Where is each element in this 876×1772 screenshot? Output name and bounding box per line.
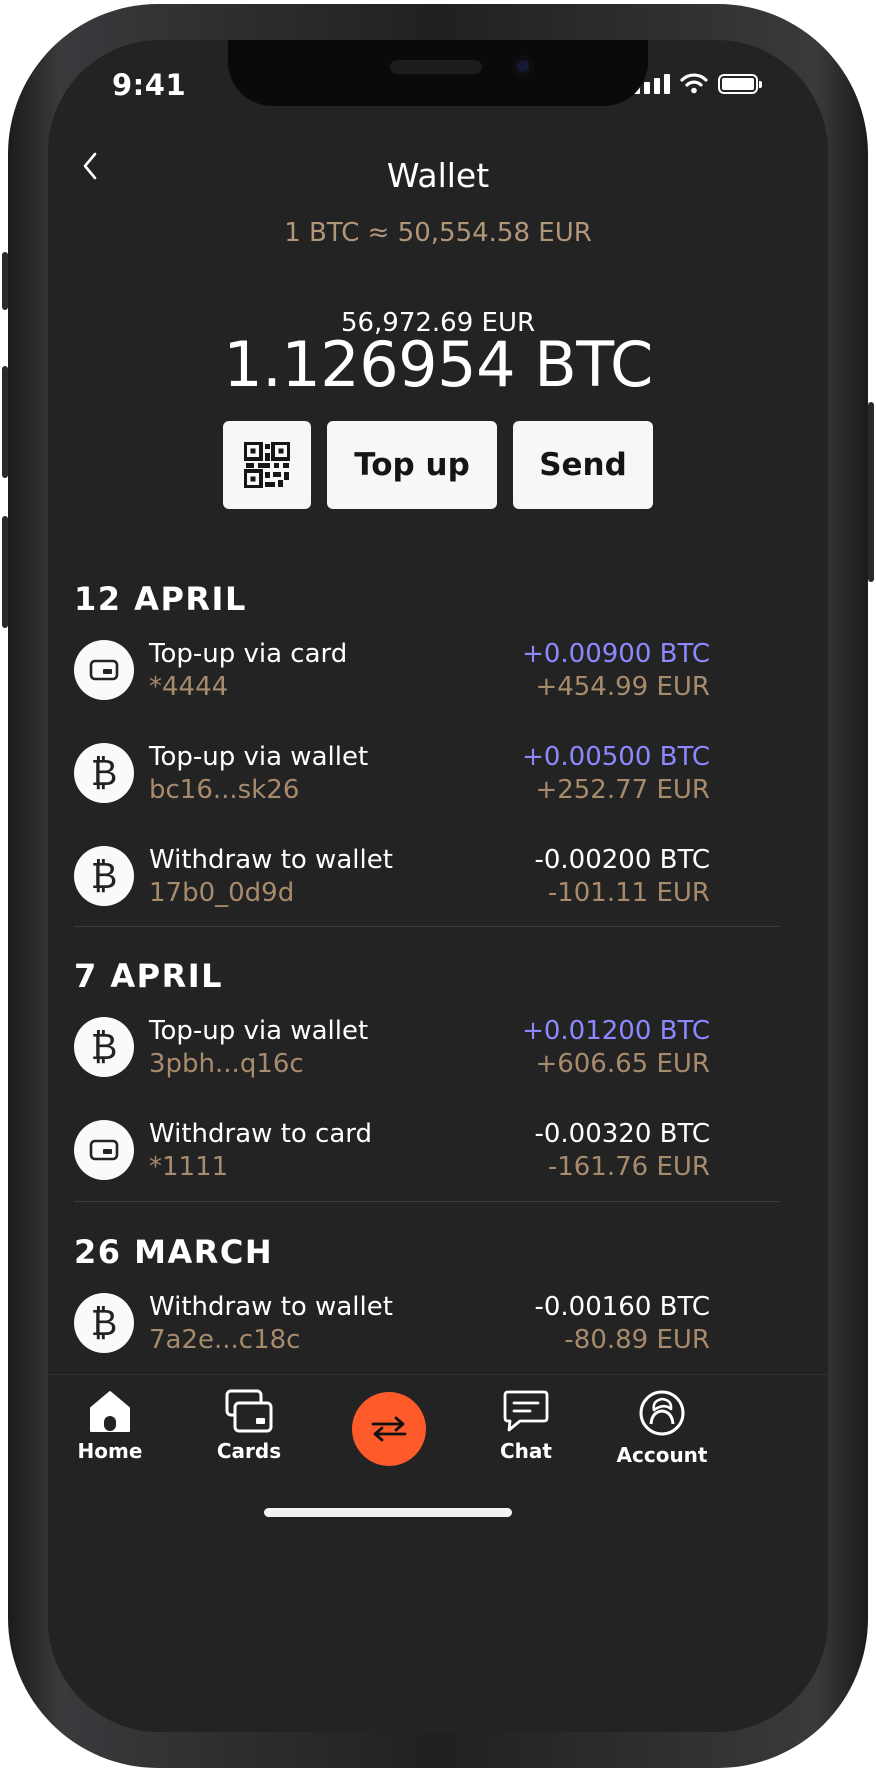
svg-text:₿: ₿ (91, 753, 118, 794)
transaction-source: *1111 (149, 1152, 229, 1182)
transaction-row[interactable]: Withdraw to card *1111 -0.00320 BTC -161… (74, 1119, 710, 1186)
tab-label: Chat (500, 1439, 552, 1463)
speaker-grille (390, 60, 482, 74)
volume-down-button (2, 516, 8, 628)
transaction-row[interactable]: Top-up via card *4444 +0.00900 BTC +454.… (74, 639, 710, 706)
tab-label: Account (616, 1443, 708, 1467)
tab-home[interactable]: Home (50, 1389, 170, 1463)
home-icon (90, 1391, 130, 1432)
section-divider (74, 1201, 780, 1202)
transaction-eur-amount: +606.65 EUR (535, 1049, 710, 1079)
bitcoin-icon: ₿ (74, 743, 134, 803)
transaction-title: Withdraw to wallet (149, 845, 393, 875)
mute-switch (2, 252, 8, 310)
transaction-row[interactable]: ₿ Top-up via wallet bc16...sk26 +0.00500… (74, 742, 710, 809)
status-time: 9:41 (112, 68, 187, 102)
cards-icon (225, 1389, 273, 1433)
transaction-btc-amount: -0.00200 BTC (534, 845, 710, 875)
bottom-tab-bar: Home Cards Chat Account (48, 1374, 828, 1732)
transaction-row[interactable]: ₿ Top-up via wallet 3pbh...q16c +0.01200… (74, 1016, 710, 1083)
tab-label: Cards (216, 1439, 282, 1463)
transaction-row[interactable]: ₿ Withdraw to wallet 17b0_0d9d -0.00200 … (74, 845, 710, 912)
exchange-rate: 1 BTC ≈ 50,554.58 EUR (284, 218, 592, 248)
status-icons (634, 70, 762, 94)
front-camera (512, 55, 534, 77)
transaction-btc-amount: -0.00160 BTC (534, 1292, 710, 1322)
svg-text:₿: ₿ (91, 856, 118, 897)
swap-arrows-icon (371, 1416, 407, 1442)
qr-code-icon (244, 442, 290, 488)
account-icon (639, 1390, 685, 1436)
transaction-eur-amount: +454.99 EUR (535, 672, 710, 702)
transaction-eur-amount: -161.76 EUR (547, 1152, 710, 1182)
tab-chat[interactable]: Chat (466, 1389, 586, 1463)
transaction-btc-amount: -0.00320 BTC (534, 1119, 710, 1149)
transaction-eur-amount: -101.11 EUR (547, 878, 710, 908)
transaction-btc-amount: +0.01200 BTC (522, 1016, 710, 1046)
card-icon (74, 1120, 134, 1180)
tab-cards[interactable]: Cards (189, 1389, 309, 1463)
transaction-source: *4444 (149, 672, 229, 702)
wallet-actions: Top up Send (48, 421, 828, 509)
transaction-title: Top-up via wallet (149, 1016, 369, 1046)
svg-text:₿: ₿ (91, 1027, 118, 1068)
transaction-title: Withdraw to wallet (149, 1292, 393, 1322)
send-button[interactable]: Send (513, 421, 653, 509)
transaction-source: bc16...sk26 (149, 775, 300, 805)
section-date: 26 MARCH (74, 1233, 274, 1271)
transaction-source: 7a2e...c18c (149, 1325, 301, 1355)
transfer-button[interactable] (352, 1392, 426, 1466)
section-date: 12 APRIL (74, 580, 247, 618)
transaction-title: Top-up via wallet (149, 742, 369, 772)
card-icon (74, 640, 134, 700)
bitcoin-icon: ₿ (74, 1017, 134, 1077)
qr-code-button[interactable] (223, 421, 311, 509)
svg-text:₿: ₿ (91, 1303, 118, 1344)
tab-account[interactable]: Account (602, 1389, 722, 1467)
balance-btc: 1.126954 BTC (223, 328, 653, 401)
section-date: 7 APRIL (74, 957, 224, 995)
notch (228, 40, 648, 106)
transaction-source: 17b0_0d9d (149, 878, 295, 908)
transaction-row[interactable]: ₿ Withdraw to wallet 7a2e...c18c -0.0016… (74, 1292, 710, 1359)
battery-icon (718, 74, 762, 94)
transaction-title: Withdraw to card (149, 1119, 373, 1149)
transaction-btc-amount: +0.00900 BTC (522, 639, 710, 669)
transaction-eur-amount: -80.89 EUR (564, 1325, 710, 1355)
volume-up-button (2, 366, 8, 478)
transaction-source: 3pbh...q16c (149, 1049, 304, 1079)
transaction-btc-amount: +0.00500 BTC (522, 742, 710, 772)
transaction-title: Top-up via card (149, 639, 348, 669)
tab-label: Home (77, 1439, 143, 1463)
top-up-button[interactable]: Top up (327, 421, 497, 509)
app-screen: 9:41 Wallet 1 BTC ≈ 50,554.58 EUR 56,972… (48, 40, 828, 1732)
power-button (868, 402, 874, 582)
bitcoin-icon: ₿ (74, 846, 134, 906)
home-indicator (264, 1508, 512, 1517)
bitcoin-icon: ₿ (74, 1293, 134, 1353)
section-divider (74, 926, 780, 927)
page-title: Wallet (386, 156, 490, 195)
chat-icon (503, 1390, 549, 1432)
transaction-eur-amount: +252.77 EUR (535, 775, 710, 805)
wifi-icon (680, 73, 708, 94)
